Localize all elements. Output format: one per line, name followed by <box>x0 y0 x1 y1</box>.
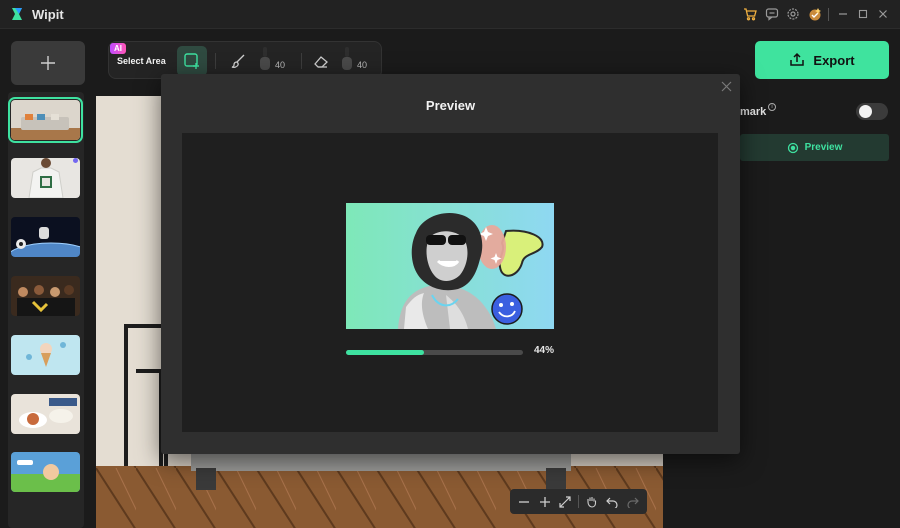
undo-icon[interactable] <box>604 494 620 510</box>
brush-size-slider[interactable] <box>260 57 270 70</box>
eraser-size-value: 40 <box>357 60 368 70</box>
preview-image <box>346 203 554 329</box>
export-button[interactable]: Export <box>755 41 889 79</box>
progress-fill <box>346 350 424 355</box>
app-logo-icon <box>9 6 25 22</box>
add-image-button[interactable] <box>11 41 85 85</box>
zoom-in-icon[interactable] <box>537 494 553 510</box>
ai-badge: AI <box>110 43 126 54</box>
dialog-title: Preview <box>425 98 476 113</box>
thumbnail-ice-cream[interactable] <box>11 335 80 375</box>
thumbnail-food-table[interactable] <box>11 394 80 434</box>
toolbar-divider <box>301 53 302 69</box>
settings-icon[interactable] <box>784 5 802 23</box>
thumbnail-marker <box>73 158 78 163</box>
thumbnail-astronaut-space[interactable] <box>11 217 80 257</box>
preview-button-label: Preview <box>804 142 843 153</box>
select-area-label: Select Area <box>117 56 166 66</box>
title-bar: Wipit <box>0 0 900 29</box>
thumbnail-wipit-banner[interactable] <box>11 452 80 492</box>
watermark-toggle[interactable] <box>856 103 888 120</box>
feedback-icon[interactable] <box>763 5 781 23</box>
cart-icon[interactable] <box>741 5 759 23</box>
export-progress-bar <box>346 350 523 355</box>
right-panel: mark i Preview <box>740 96 900 528</box>
zoom-controls <box>510 489 647 514</box>
dialog-close-icon[interactable] <box>719 79 733 93</box>
controls-divider <box>577 495 579 508</box>
left-sidebar <box>0 29 96 528</box>
app-title: Wipit <box>32 7 64 22</box>
thumbnail-tshirt-person[interactable] <box>11 158 80 198</box>
preview-dialog: Preview 44% <box>161 74 740 454</box>
preview-body: 44% <box>182 133 718 432</box>
fit-screen-icon[interactable] <box>557 494 573 510</box>
eraser-size-slider[interactable] <box>342 57 352 70</box>
brush-icon[interactable] <box>229 52 247 70</box>
zoom-out-icon[interactable] <box>516 494 532 510</box>
select-area-icon <box>184 53 199 69</box>
plus-icon <box>41 56 55 70</box>
minimize-icon[interactable] <box>834 5 852 23</box>
redo-icon[interactable] <box>625 494 641 510</box>
toolbar-divider <box>215 53 216 69</box>
progress-percent: 44% <box>534 345 555 356</box>
premium-icon[interactable] <box>806 5 824 23</box>
eraser-size-track <box>345 47 349 57</box>
hand-pan-icon[interactable] <box>584 494 600 510</box>
preview-button[interactable]: Preview <box>740 134 889 161</box>
brush-size-value: 40 <box>275 60 286 70</box>
thumbnail-list <box>8 92 84 528</box>
info-icon[interactable]: i <box>768 103 776 111</box>
brush-size-track <box>263 47 267 57</box>
eraser-icon[interactable] <box>312 52 330 70</box>
select-area-button[interactable] <box>177 46 207 76</box>
eye-icon <box>787 142 798 153</box>
close-icon[interactable] <box>874 5 892 23</box>
toggle-knob <box>859 105 872 118</box>
thumbnail-living-room[interactable] <box>8 97 83 143</box>
export-icon <box>790 52 805 66</box>
titlebar-divider <box>828 8 829 21</box>
watermark-label: mark <box>740 106 767 118</box>
thumbnail-graduates[interactable] <box>11 276 80 316</box>
maximize-icon[interactable] <box>854 5 872 23</box>
export-label: Export <box>813 52 855 68</box>
